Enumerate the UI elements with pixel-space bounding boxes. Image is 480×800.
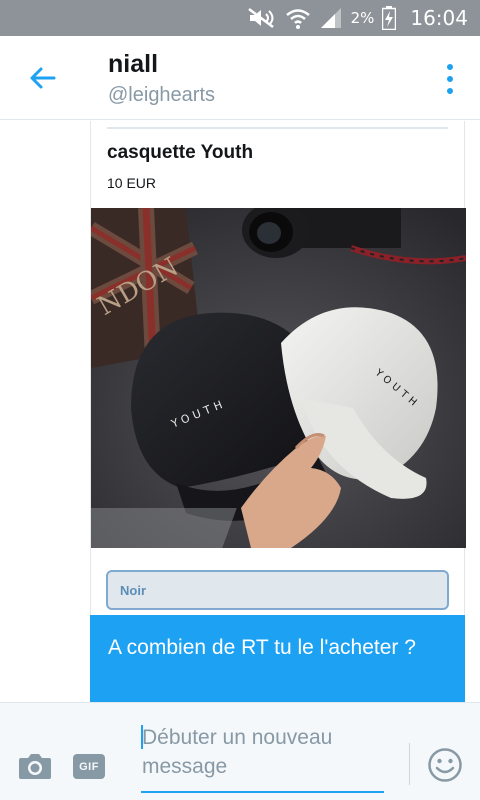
product-image[interactable]: NDON YOUTH YOUTH (91, 208, 466, 548)
conversation-header: niall @leighearts (0, 36, 480, 120)
composer-divider (409, 743, 410, 785)
product-price: 10 EUR (107, 175, 157, 191)
message-composer: GIF (0, 702, 480, 800)
status-icons: 2% 16:04 (247, 0, 468, 36)
emoji-icon[interactable] (427, 747, 463, 783)
wifi-icon (285, 9, 310, 29)
mute-icon (247, 8, 274, 28)
message-text: A combien de RT tu le l'acheter ? (108, 636, 416, 659)
contact-handle: @leighearts (108, 84, 216, 106)
status-clock: 16:04 (410, 6, 468, 30)
contact-name: niall (108, 50, 159, 78)
status-bar: 2% 16:04 (0, 0, 480, 36)
battery-charging-icon (382, 6, 397, 30)
card-divider (107, 127, 448, 129)
signal-icon (320, 8, 341, 28)
gif-button[interactable]: GIF (73, 754, 105, 779)
option-label: Noir (120, 582, 146, 598)
camera-icon[interactable] (18, 751, 52, 781)
message-thread[interactable]: casquette Youth 10 EUR NDON YOUTH YOUTH … (0, 121, 480, 702)
battery-percent: 2% (350, 9, 375, 27)
option-noir-button[interactable]: Noir (106, 570, 449, 610)
product-title: casquette Youth (107, 142, 254, 163)
back-button[interactable] (22, 60, 62, 96)
back-arrow-icon (30, 67, 56, 89)
product-card[interactable]: casquette Youth 10 EUR NDON YOUTH YOUTH (90, 121, 466, 621)
message-input[interactable] (141, 721, 384, 793)
more-vertical-icon (447, 64, 453, 70)
more-options-button[interactable] (442, 64, 458, 94)
text-caret (141, 725, 143, 749)
message-bubble[interactable]: A combien de RT tu le l'acheter ? (90, 615, 465, 702)
